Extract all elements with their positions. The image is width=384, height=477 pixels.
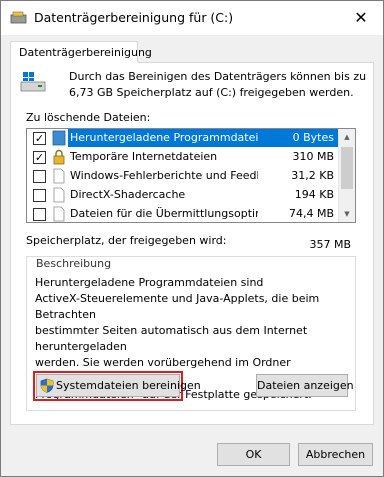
file-category-size: 74,4 MB: [288, 207, 334, 220]
file-category-name: Dateien für die Übermittlungsoptimierung: [70, 207, 258, 220]
lock-icon: [53, 149, 65, 165]
list-item[interactable]: Dateien für die Übermittlungsoptimierung…: [27, 205, 338, 222]
document-icon: [53, 168, 65, 184]
list-item[interactable]: Windows-Fehlerberichte und Feedbac... 31…: [27, 167, 338, 185]
checkbox[interactable]: [33, 189, 46, 202]
intro-line-2: 6,73 GB Speicherplatz auf (C:) freigegeb…: [69, 86, 354, 99]
list-item[interactable]: ✓ Temporäre Internetdateien 310 MB: [27, 148, 338, 166]
disk-cleanup-window: Datenträgerbereinigung für (C:) ✕ Datent…: [0, 0, 384, 477]
window-title: Datenträgerbereinigung für (C:): [34, 10, 234, 25]
cancel-button[interactable]: Abbrechen: [298, 443, 373, 466]
file-category-name: DirectX-Shadercache: [70, 188, 186, 201]
folder-icon: [52, 130, 66, 146]
intro-line-1: Durch das Bereinigen des Datenträgers kö…: [69, 70, 367, 83]
scroll-up-icon[interactable]: ▲: [339, 129, 355, 145]
close-icon[interactable]: ✕: [351, 8, 371, 28]
files-listbox[interactable]: ✓ Heruntergeladene Programmdateien 0 Byt…: [26, 128, 356, 223]
list-item[interactable]: DirectX-Shadercache 194 KB: [27, 186, 338, 204]
checkbox[interactable]: ✓: [33, 151, 46, 164]
list-scrollbar[interactable]: ▲ ▼: [338, 129, 355, 222]
space-freed-value: 357 MB: [309, 238, 351, 251]
file-category-size: 194 KB: [294, 188, 334, 201]
title-bar[interactable]: Datenträgerbereinigung für (C:) ✕: [1, 1, 383, 35]
scrollbar-thumb[interactable]: [341, 147, 353, 189]
file-category-size: 310 MB: [292, 150, 334, 163]
files-to-delete-label: Zu löschende Dateien:: [26, 111, 151, 124]
cleanup-system-files-label: Systemdateien bereinigen: [56, 379, 201, 392]
drive-icon: [20, 72, 46, 92]
cleanup-system-files-button[interactable]: Systemdateien bereinigen: [36, 374, 201, 397]
ok-button[interactable]: OK: [217, 443, 290, 466]
file-category-size: 0 Bytes: [258, 129, 338, 147]
list-item[interactable]: ✓ Heruntergeladene Programmdateien 0 Byt…: [27, 129, 338, 147]
tab-disk-cleanup[interactable]: Datenträgerbereinigung: [10, 41, 152, 63]
intro-text: Durch das Bereinigen des Datenträgers kö…: [69, 69, 369, 101]
checkbox[interactable]: ✓: [33, 132, 46, 145]
uac-shield-icon: [40, 378, 54, 393]
space-freed-label: Speicherplatz, der freigegeben wird:: [26, 234, 227, 247]
disk-cleanup-icon: [10, 11, 27, 24]
file-category-name: Temporäre Internetdateien: [70, 150, 218, 163]
view-files-button[interactable]: Dateien anzeigen: [256, 374, 354, 397]
document-icon: [53, 206, 65, 222]
file-category-size: 31,2 KB: [291, 169, 334, 182]
checkbox[interactable]: [33, 170, 46, 183]
file-category-name: Heruntergeladene Programmdateien: [68, 129, 258, 147]
file-category-name: Windows-Fehlerberichte und Feedbac...: [70, 169, 258, 182]
tab-label: Datenträgerbereinigung: [19, 46, 152, 59]
checkbox[interactable]: [33, 208, 46, 221]
scroll-down-icon[interactable]: ▼: [339, 206, 355, 222]
document-icon: [53, 187, 65, 203]
description-title: Beschreibung: [36, 257, 112, 270]
